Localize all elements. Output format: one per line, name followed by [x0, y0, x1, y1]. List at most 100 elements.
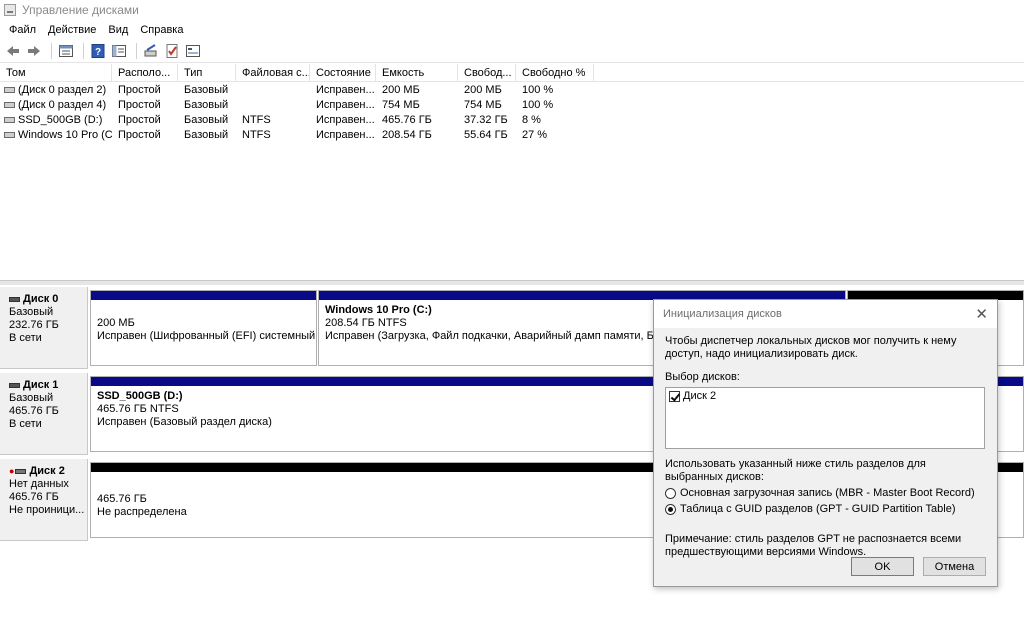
dialog-title-bar: Инициализация дисков ✕ — [654, 300, 997, 328]
disk-name: Диск 1 — [23, 379, 59, 391]
svg-text:?: ? — [95, 47, 101, 58]
column-header-filesystem[interactable]: Файловая с... — [236, 64, 310, 81]
volume-icon — [4, 86, 15, 93]
column-header-layout[interactable]: Располо... — [112, 64, 178, 81]
volume-layout: Простой — [118, 128, 161, 141]
ok-button[interactable]: OK — [851, 557, 914, 576]
volume-capacity: 200 МБ — [382, 83, 420, 96]
volume-filesystem: NTFS — [242, 128, 271, 141]
gpt-note: Примечание: стиль разделов GPT не распоз… — [665, 533, 962, 558]
volume-icon — [4, 116, 15, 123]
back-arrow-icon[interactable] — [4, 42, 22, 60]
volume-percent-free: 27 % — [522, 128, 548, 141]
menu-file[interactable]: Файл — [4, 24, 41, 36]
volume-name: Windows 10 Pro (C:) — [18, 128, 112, 141]
partition-efi[interactable]: 200 МБ Исправен (Шифрованный (EFI) систе… — [90, 290, 317, 366]
volume-percent-free: 8 % — [522, 113, 541, 126]
help-icon[interactable]: ? — [89, 42, 107, 60]
disk-name: Диск 0 — [23, 293, 59, 305]
table-row[interactable]: (Диск 0 раздел 4) Простой Базовый Исправ… — [0, 97, 1024, 112]
disk-checkbox[interactable] — [669, 391, 680, 402]
volume-free-space: 200 МБ — [464, 83, 502, 96]
volume-free-space: 55.64 ГБ — [464, 128, 508, 141]
volume-status: Исправен... — [316, 128, 375, 141]
volume-name: (Диск 0 раздел 2) — [18, 83, 107, 96]
disk-type: Нет данных — [9, 478, 69, 490]
volume-free-space: 754 МБ — [464, 98, 502, 111]
disk-label[interactable]: Диск 0 Базовый 232.76 ГБ В сети — [0, 287, 88, 369]
volume-capacity: 208.54 ГБ — [382, 128, 432, 141]
volume-layout: Простой — [118, 113, 161, 126]
table-row[interactable]: Windows 10 Pro (C:) Простой Базовый NTFS… — [0, 127, 1024, 142]
volume-type: Базовый — [184, 83, 229, 96]
disk-label[interactable]: Диск 1 Базовый 465.76 ГБ В сети — [0, 373, 88, 455]
column-header-status[interactable]: Состояние — [310, 64, 376, 81]
gpt-label: Таблица с GUID разделов (GPT - GUID Part… — [680, 503, 956, 515]
volume-layout: Простой — [118, 98, 161, 111]
volume-filesystem: NTFS — [242, 113, 271, 126]
toolbar-separator — [83, 42, 84, 59]
partition-title: Windows 10 Pro (C:) — [325, 304, 432, 316]
properties-icon[interactable] — [57, 42, 75, 60]
disk-status: В сети — [9, 418, 42, 430]
volume-type: Базовый — [184, 128, 229, 141]
error-icon: ● — [9, 466, 15, 476]
select-disks-label: Выбор дисков: — [665, 371, 740, 383]
toolbar: ? — [0, 39, 1024, 63]
disk-list-item[interactable]: Диск 2 — [669, 390, 981, 403]
volume-percent-free: 100 % — [522, 98, 554, 111]
partition-size: 200 МБ — [97, 317, 135, 329]
hard-disk-icon — [9, 383, 20, 388]
mbr-label: Основная загрузочная запись (MBR - Maste… — [680, 487, 975, 499]
gpt-option[interactable]: Таблица с GUID разделов (GPT - GUID Part… — [665, 503, 985, 516]
disk-item-label: Диск 2 — [683, 390, 717, 402]
mbr-option[interactable]: Основная загрузочная запись (MBR - Maste… — [665, 487, 985, 500]
column-header-type[interactable]: Тип — [178, 64, 236, 81]
volume-status: Исправен... — [316, 113, 375, 126]
console-icon[interactable] — [110, 42, 128, 60]
volume-capacity: 754 МБ — [382, 98, 420, 111]
disk-status: Не проиници... — [9, 504, 85, 516]
volume-capacity: 465.76 ГБ — [382, 113, 432, 126]
mbr-radio[interactable] — [665, 488, 676, 499]
disk-management-icon — [4, 4, 16, 16]
column-header-percent-free[interactable]: Свободно % — [516, 64, 594, 81]
check-icon[interactable] — [163, 42, 181, 60]
connect-drive-icon[interactable] — [142, 42, 160, 60]
disk-label[interactable]: ● Диск 2 Нет данных 465.76 ГБ Не проиници… — [0, 459, 88, 541]
volume-list-header: Том Располо... Тип Файловая с... Состоян… — [0, 64, 1024, 82]
dialog-title: Инициализация дисков — [663, 308, 782, 320]
volume-icon — [4, 101, 15, 108]
hard-disk-icon — [15, 469, 27, 474]
dialog-body: Чтобы диспетчер локальных дисков мог пол… — [654, 328, 997, 559]
volume-layout: Простой — [118, 83, 161, 96]
dialog-buttons: OK Отмена — [654, 557, 997, 576]
partition-status: Исправен (Шифрованный (EFI) системный ра — [97, 330, 317, 342]
disk-status: В сети — [9, 332, 42, 344]
disk-type: Базовый — [9, 392, 54, 404]
volume-free-space: 37.32 ГБ — [464, 113, 508, 126]
hard-disk-icon — [9, 297, 20, 302]
table-row[interactable]: SSD_500GB (D:) Простой Базовый NTFS Испр… — [0, 112, 1024, 127]
window-title: Управление дисками — [22, 3, 139, 17]
initialize-disk-dialog: Инициализация дисков ✕ Чтобы диспетчер л… — [653, 299, 998, 587]
volume-name: SSD_500GB (D:) — [18, 113, 103, 126]
menu-bar: Файл Действие Вид Справка — [0, 20, 1024, 39]
close-icon[interactable]: ✕ — [975, 307, 988, 322]
column-header-free-space[interactable]: Свобод... — [458, 64, 516, 81]
settings-icon[interactable] — [184, 42, 202, 60]
volume-icon — [4, 131, 15, 138]
column-header-capacity[interactable]: Емкость — [376, 64, 458, 81]
menu-action[interactable]: Действие — [43, 24, 101, 36]
cancel-button[interactable]: Отмена — [923, 557, 986, 576]
table-row[interactable]: (Диск 0 раздел 2) Простой Базовый Исправ… — [0, 82, 1024, 97]
volume-name: (Диск 0 раздел 4) — [18, 98, 107, 111]
partition-title: SSD_500GB (D:) — [97, 390, 183, 402]
menu-view[interactable]: Вид — [103, 24, 133, 36]
toolbar-separator — [51, 42, 52, 59]
partition-style-label: Использовать указанный ниже стиль раздел… — [665, 458, 926, 483]
gpt-radio[interactable] — [665, 504, 676, 515]
menu-help[interactable]: Справка — [135, 24, 188, 36]
column-header-volume[interactable]: Том — [0, 64, 112, 81]
forward-arrow-icon[interactable] — [25, 42, 43, 60]
